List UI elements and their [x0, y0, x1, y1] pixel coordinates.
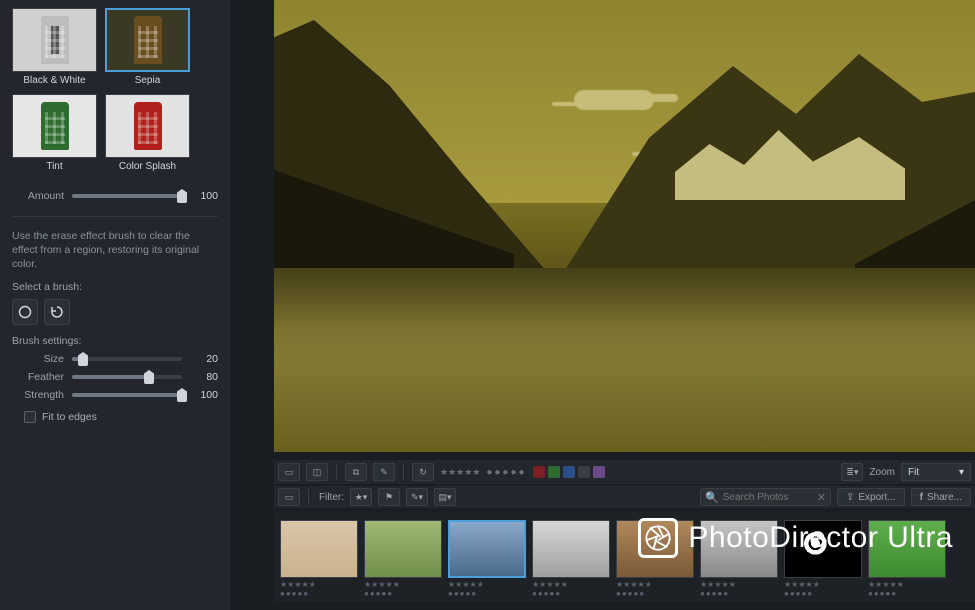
strength-slider[interactable]: [72, 393, 182, 397]
fit-edges-row[interactable]: Fit to edges: [24, 411, 218, 423]
strength-slider-row: Strength 100: [12, 389, 218, 401]
amount-value: 100: [190, 190, 218, 202]
brush-circle-button[interactable]: [12, 299, 38, 325]
effect-color-splash[interactable]: Color Splash: [105, 94, 190, 172]
export-icon: ⇪: [846, 492, 854, 503]
feather-label: Feather: [12, 371, 64, 383]
swatch-blue[interactable]: [563, 466, 575, 478]
erase-brush-hint: Use the erase effect brush to clear the …: [12, 216, 218, 271]
swatch-red[interactable]: [533, 466, 545, 478]
share-button[interactable]: f Share...: [911, 488, 971, 506]
feather-slider[interactable]: [72, 375, 182, 379]
effect-label: Black & White: [12, 75, 97, 86]
export-label: Export...: [858, 492, 895, 503]
filter-stack-button[interactable]: ▤▾: [434, 488, 456, 506]
effects-sidebar: Black & White Sepia Tint Color Splash Am…: [0, 0, 230, 610]
swatch-gray[interactable]: [578, 466, 590, 478]
filter-toolbar: ▭ Filter: ★▾ ⚑ ✎▾ ▤▾ 🔍 ✕ ⇪ Export... f S…: [274, 486, 975, 508]
swatch-green[interactable]: [548, 466, 560, 478]
rating-dots[interactable]: ●●●●●: [486, 467, 526, 478]
feather-value: 80: [190, 371, 218, 383]
size-slider-row: Size 20: [12, 353, 218, 365]
filter-brush-button[interactable]: ✎▾: [406, 488, 428, 506]
crop-pen-button[interactable]: ✎: [373, 463, 395, 481]
filmstrip[interactable]: ★★★★★●●●●● ★★★★★●●●●● ★★★★★●●●●● ★★★★★●●…: [274, 512, 975, 602]
canvas-toolbar: ▭ ◫ ⧉ ✎ ↻ ★★★★★ ●●●●● ≣▾ Zoom Fit ▾: [274, 460, 975, 484]
zoom-select[interactable]: Fit ▾: [901, 463, 971, 481]
select-brush-label: Select a brush:: [12, 281, 218, 293]
brush-selector: [12, 299, 218, 325]
fit-edges-checkbox[interactable]: [24, 411, 36, 423]
effect-black-and-white[interactable]: Black & White: [12, 8, 97, 86]
facebook-icon: f: [920, 492, 923, 503]
view-single-button[interactable]: ▭: [278, 463, 300, 481]
histogram-button[interactable]: ⧉: [345, 463, 367, 481]
chevron-down-icon: ▾: [959, 467, 964, 478]
strength-value: 100: [190, 389, 218, 401]
amount-slider[interactable]: [72, 194, 182, 198]
share-label: Share...: [927, 492, 962, 503]
filmstrip-mode-button[interactable]: ▭: [278, 488, 300, 506]
brush-settings-label: Brush settings:: [12, 335, 218, 347]
size-value: 20: [190, 353, 218, 365]
rating-stars[interactable]: ★★★★★: [440, 467, 480, 478]
color-label-swatches: [533, 466, 605, 478]
filter-star-button[interactable]: ★▾: [350, 488, 372, 506]
search-icon: 🔍: [705, 491, 719, 504]
strength-label: Strength: [12, 389, 64, 401]
thumb-7[interactable]: ★★★★★●●●●●: [868, 520, 946, 598]
zoom-label: Zoom: [869, 467, 895, 478]
view-compare-button[interactable]: ◫: [306, 463, 328, 481]
amount-label: Amount: [12, 190, 64, 202]
rotate-button[interactable]: ↻: [412, 463, 434, 481]
effect-label: Sepia: [105, 75, 190, 86]
thumb-2[interactable]: ★★★★★●●●●●: [448, 520, 526, 598]
preview-canvas[interactable]: [274, 0, 975, 452]
thumb-0[interactable]: ★★★★★●●●●●: [280, 520, 358, 598]
effect-grid: Black & White Sepia Tint Color Splash: [12, 8, 218, 172]
feather-slider-row: Feather 80: [12, 371, 218, 383]
export-button[interactable]: ⇪ Export...: [837, 488, 905, 506]
effect-sepia[interactable]: Sepia: [105, 8, 190, 86]
size-slider[interactable]: [72, 357, 182, 361]
fit-edges-label: Fit to edges: [42, 411, 97, 423]
brush-restore-button[interactable]: [44, 299, 70, 325]
thumb-6[interactable]: ★★★★★●●●●●: [784, 520, 862, 598]
effect-tint[interactable]: Tint: [12, 94, 97, 172]
effect-label: Tint: [12, 161, 97, 172]
filter-label: Filter:: [319, 492, 344, 503]
swatch-purple[interactable]: [593, 466, 605, 478]
close-icon[interactable]: ✕: [817, 491, 826, 504]
sort-button[interactable]: ≣▾: [841, 463, 863, 481]
search-wrap: 🔍 ✕: [700, 488, 831, 506]
filter-flag-button[interactable]: ⚑: [378, 488, 400, 506]
amount-slider-row: Amount 100: [12, 190, 218, 202]
zoom-value: Fit: [908, 467, 919, 478]
thumb-1[interactable]: ★★★★★●●●●●: [364, 520, 442, 598]
thumb-5[interactable]: ★★★★★●●●●●: [700, 520, 778, 598]
thumb-3[interactable]: ★★★★★●●●●●: [532, 520, 610, 598]
effect-label: Color Splash: [105, 161, 190, 172]
thumb-4[interactable]: ★★★★★●●●●●: [616, 520, 694, 598]
size-label: Size: [12, 353, 64, 365]
search-input[interactable]: [723, 492, 813, 503]
